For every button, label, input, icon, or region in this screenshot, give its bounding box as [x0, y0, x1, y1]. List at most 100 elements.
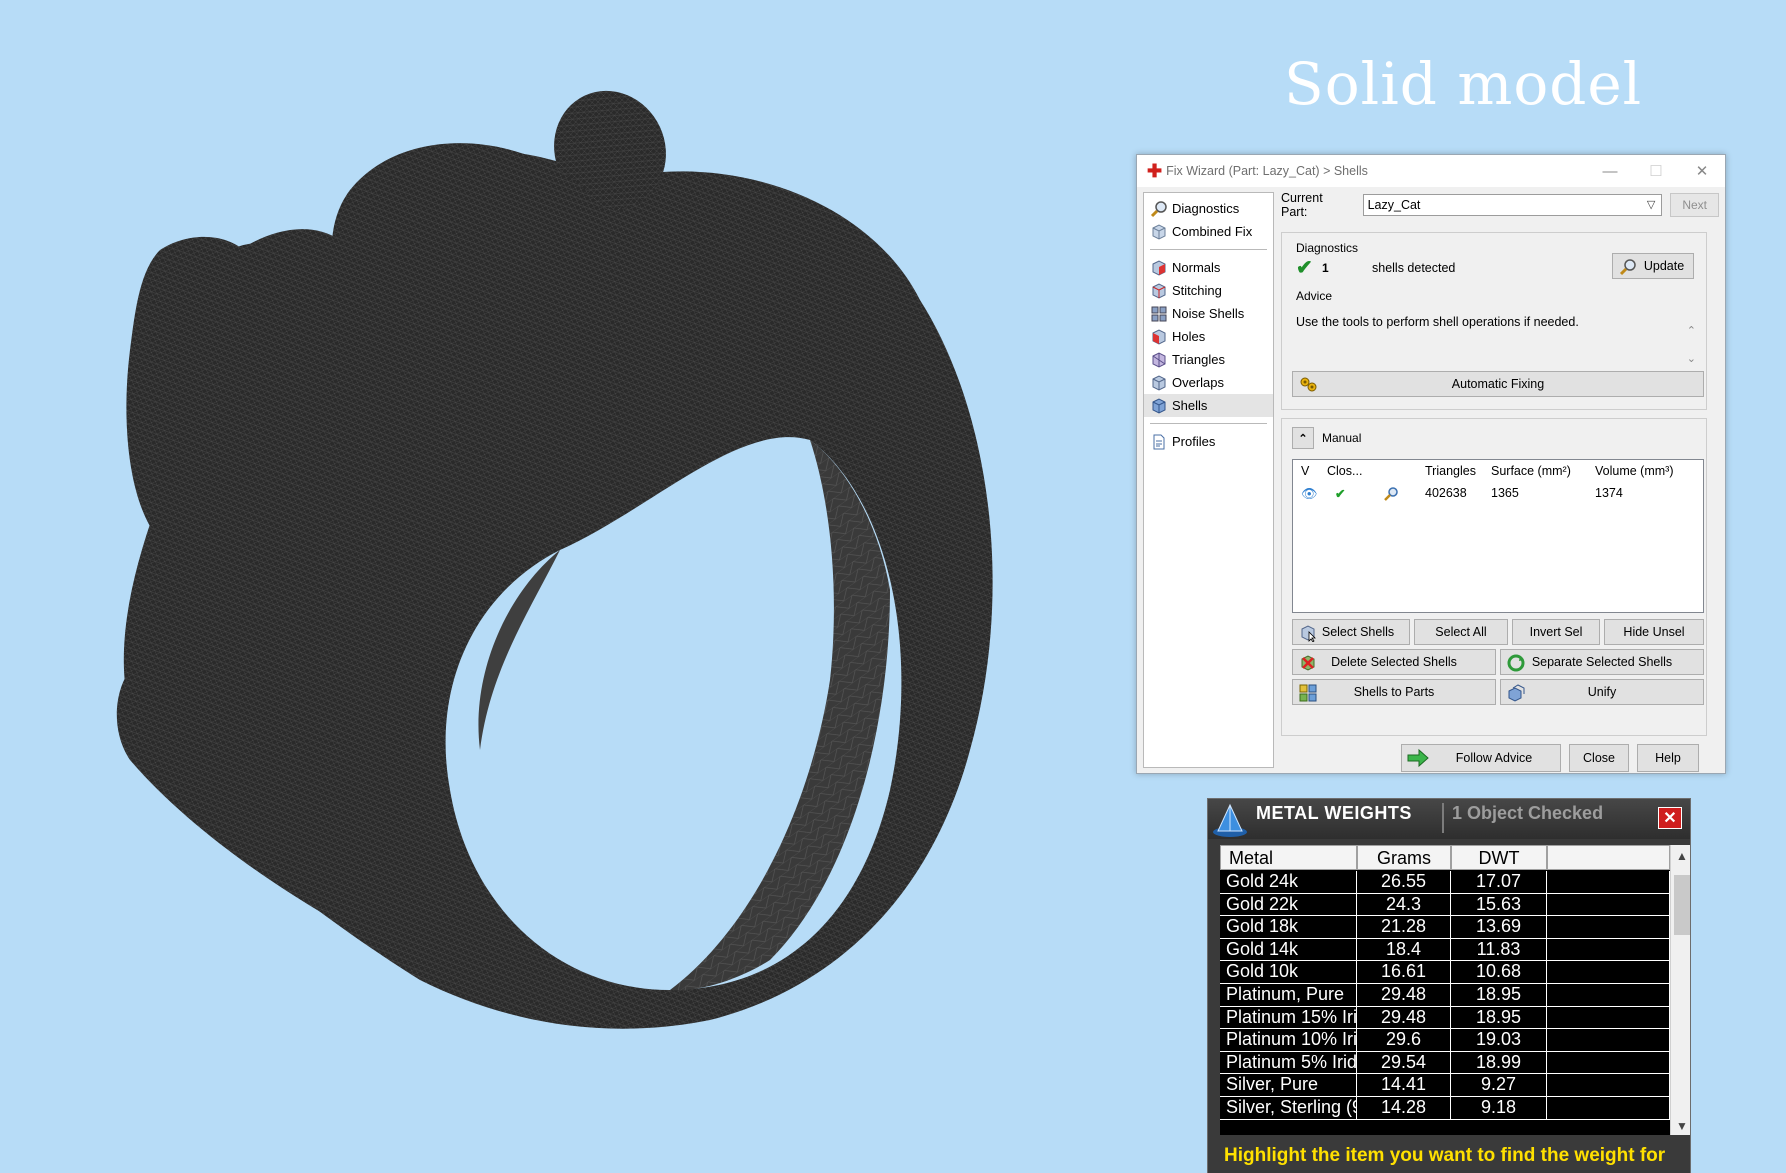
close-window-button[interactable]: ✕	[1679, 155, 1725, 187]
holes-cube-icon	[1150, 328, 1168, 346]
separate-selected-label: Separate Selected Shells	[1531, 655, 1673, 669]
scroll-down-icon[interactable]: ▼	[1671, 1119, 1690, 1133]
scroll-thumb[interactable]	[1674, 875, 1690, 935]
table-row[interactable]: Gold 24k 26.55 17.07	[1220, 871, 1670, 894]
col-closed[interactable]: Clos...	[1327, 464, 1362, 478]
objects-checked-status: 1 Object Checked	[1452, 803, 1604, 823]
table-row[interactable]: Platinum 5% Irid 29.54 18.99	[1220, 1051, 1670, 1075]
cell-dwt: 13.69	[1451, 916, 1547, 939]
select-all-button[interactable]: Select All	[1414, 619, 1508, 645]
current-part-select[interactable]: Lazy_Cat ▽	[1362, 194, 1663, 216]
collapse-manual-button[interactable]: ⌃	[1292, 427, 1314, 449]
diagnostics-label: Diagnostics	[1296, 241, 1359, 255]
cell-empty	[1547, 1051, 1670, 1075]
cell-grams: 14.28	[1357, 1097, 1451, 1120]
table-row[interactable]: Silver, Pure 14.41 9.27	[1220, 1074, 1670, 1097]
close-button[interactable]: Close	[1569, 744, 1629, 772]
col-triangles[interactable]: Triangles	[1425, 464, 1476, 478]
scroll-up-icon[interactable]: ▲	[1671, 849, 1690, 863]
fix-wizard-main: Current Part: Lazy_Cat ▽ Next Diagnostic…	[1281, 191, 1719, 772]
sidebar-item-label: Combined Fix	[1172, 224, 1253, 239]
next-button[interactable]: Next	[1670, 193, 1719, 217]
sidebar-item-diagnostics[interactable]: Diagnostics	[1144, 197, 1273, 220]
fix-wizard-window: ✚ Fix Wizard (Part: Lazy_Cat) > Shells —…	[1136, 154, 1726, 774]
metal-weights-title: METAL WEIGHTS	[1256, 803, 1412, 823]
triangles-cube-icon	[1150, 351, 1168, 369]
cell-triangles: 402638	[1425, 486, 1467, 500]
sidebar-item-normals[interactable]: Normals	[1144, 256, 1273, 279]
table-row[interactable]: 👁 ✔ 402638 1365 1374	[1293, 482, 1703, 504]
cell-metal: Platinum, Pure	[1220, 984, 1357, 1007]
sidebar-item-shells[interactable]: Shells	[1144, 394, 1273, 417]
cell-dwt: 10.68	[1451, 961, 1547, 984]
select-cube-icon	[1299, 624, 1317, 643]
sidebar-item-overlaps[interactable]: Overlaps	[1144, 371, 1273, 394]
update-button[interactable]: Update	[1612, 253, 1694, 279]
advice-scroll-arrows[interactable]: ⌃ ⌄	[1687, 317, 1696, 373]
advice-text: Use the tools to perform shell operation…	[1296, 315, 1579, 329]
automatic-fixing-button[interactable]: Automatic Fixing	[1292, 371, 1704, 397]
sidebar-item-profiles[interactable]: Profiles	[1144, 430, 1273, 453]
metal-weights-close-button[interactable]: ✕	[1658, 807, 1682, 829]
checkmark-icon: ✔	[1296, 257, 1313, 279]
diagnostics-group: Diagnostics ✔ 1 shells detected Update A…	[1281, 232, 1707, 410]
col-grams[interactable]: Grams	[1357, 845, 1451, 870]
cube-icon	[1150, 223, 1168, 241]
sidebar-item-noise-shells[interactable]: Noise Shells	[1144, 302, 1273, 325]
cell-surface: 1365	[1491, 486, 1519, 500]
eye-icon[interactable]: 👁	[1301, 486, 1318, 502]
delete-selected-shells-button[interactable]: Delete Selected Shells	[1292, 649, 1496, 675]
table-row[interactable]: Silver, Sterling (9...14.289.18	[1220, 1097, 1670, 1120]
manual-label: Manual	[1322, 431, 1362, 445]
shell-count: 1	[1322, 261, 1329, 275]
col-surface[interactable]: Surface (mm²)	[1491, 464, 1571, 478]
cell-dwt: 18.99	[1451, 1051, 1547, 1075]
table-row[interactable]: Platinum 10% Irid 29.6 19.03	[1220, 1029, 1670, 1052]
cell-dwt: 9.18	[1451, 1097, 1547, 1120]
metal-weights-titlebar: METAL WEIGHTS 1 Object Checked ✕	[1208, 799, 1690, 839]
overlaps-cube-icon	[1150, 374, 1168, 392]
cell-empty	[1547, 961, 1670, 984]
cell-metal: Gold 14k	[1220, 938, 1357, 962]
maximize-button[interactable]: ☐	[1633, 155, 1679, 187]
sidebar-item-combined-fix[interactable]: Combined Fix	[1144, 220, 1273, 243]
cell-metal: Gold 18k	[1220, 916, 1357, 939]
metal-weights-table: Metal Grams DWT Gold 24k 26.55 17.07 Gold 2…	[1220, 845, 1670, 1135]
sidebar-item-label: Normals	[1172, 260, 1221, 275]
table-row[interactable]: Gold 14k 18.4 11.83	[1220, 938, 1670, 962]
select-shells-button[interactable]: Select Shells	[1292, 619, 1410, 645]
col-volume[interactable]: Volume (mm³)	[1595, 464, 1673, 478]
magnifier-icon[interactable]	[1383, 486, 1399, 505]
col-empty	[1547, 845, 1670, 870]
table-row[interactable]: Gold 18k 21.28 13.69	[1220, 916, 1670, 939]
cell-dwt: 18.95	[1451, 1006, 1547, 1030]
invert-sel-button[interactable]: Invert Sel	[1512, 619, 1600, 645]
minimize-button[interactable]: —	[1587, 155, 1633, 187]
separate-selected-shells-button[interactable]: Separate Selected Shells	[1500, 649, 1704, 675]
metal-weights-hint: Highlight the item you want to find the …	[1224, 1145, 1666, 1166]
sidebar-item-label: Overlaps	[1172, 375, 1225, 390]
cell-metal: Gold 10k	[1220, 961, 1357, 984]
col-dwt[interactable]: DWT	[1451, 845, 1547, 870]
select-shells-label: Select Shells	[1321, 625, 1395, 639]
cell-dwt: 17.07	[1451, 871, 1547, 894]
help-button[interactable]: Help	[1637, 744, 1699, 772]
sidebar-item-stitching[interactable]: Stitching	[1144, 279, 1273, 302]
table-row[interactable]: Platinum 15% Irid 29.48 18.95	[1220, 1006, 1670, 1030]
table-row[interactable]: Platinum, Pure 29.48 18.95	[1220, 984, 1670, 1007]
cell-dwt: 18.95	[1451, 984, 1547, 1007]
cell-metal: Platinum 5% Irid	[1220, 1051, 1357, 1075]
hide-unsel-button[interactable]: Hide Unsel	[1604, 619, 1704, 645]
metal-weights-scrollbar[interactable]: ▲ ▼	[1670, 845, 1690, 1135]
sidebar-item-holes[interactable]: Holes	[1144, 325, 1273, 348]
follow-advice-button[interactable]: Follow Advice	[1401, 744, 1561, 772]
col-visible[interactable]: V	[1301, 464, 1309, 478]
table-row[interactable]: Gold 22k 24.3 15.63	[1220, 893, 1670, 917]
noise-cube-icon	[1150, 305, 1168, 323]
col-metal[interactable]: Metal	[1220, 845, 1357, 870]
table-row[interactable]: Gold 10k 16.61 10.68	[1220, 961, 1670, 984]
sidebar-item-triangles[interactable]: Triangles	[1144, 348, 1273, 371]
shells-to-parts-button[interactable]: Shells to Parts	[1292, 679, 1496, 705]
unify-button[interactable]: Unify	[1500, 679, 1704, 705]
green-arrow-icon	[1406, 748, 1430, 768]
